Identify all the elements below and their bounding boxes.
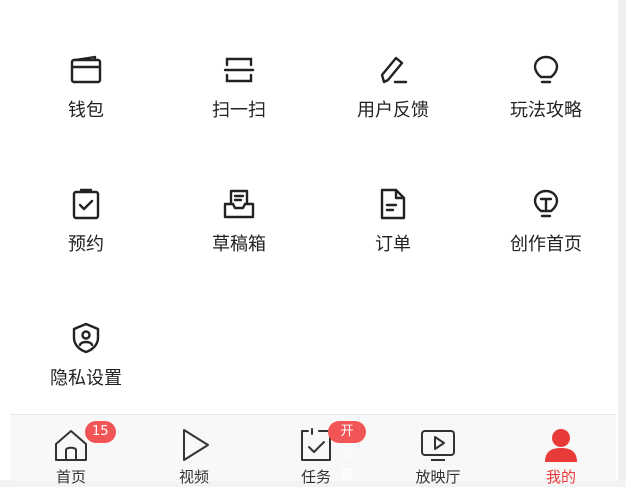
tab-home[interactable]: 15 首页 [21, 415, 121, 486]
menu-item-booking[interactable]: 预约 [21, 184, 151, 264]
pen-feedback-icon [373, 50, 413, 90]
shield-user-icon [66, 318, 106, 358]
wallet-icon [66, 50, 106, 90]
tab-label: 放映厅 [415, 468, 461, 486]
profile-page: 钱包 扫一扫 用户反馈 玩法攻略 预约 草稿箱 订单 创作首页 隐私设置 [0, 0, 618, 480]
inbox-drafts-icon [219, 184, 259, 224]
menu-item-label: 预约 [68, 234, 104, 255]
tab-tasks[interactable]: 开宝箱 任务 [266, 415, 366, 486]
menu-item-scan[interactable]: 扫一扫 [174, 50, 304, 130]
tab-label: 任务 [300, 468, 331, 486]
menu-item-label: 草稿箱 [212, 234, 266, 255]
menu-item-label: 钱包 [68, 100, 104, 121]
tab-label: 首页 [55, 468, 86, 486]
menu-item-privacy[interactable]: 隐私设置 [21, 318, 151, 398]
menu-item-label: 扫一扫 [212, 100, 266, 121]
play-icon [174, 425, 214, 465]
tab-label: 我的 [545, 468, 576, 486]
menu-item-guide[interactable]: 玩法攻略 [481, 50, 611, 130]
clipboard-check-icon [66, 184, 106, 224]
tab-badge-treasure: 开宝箱 [328, 421, 366, 483]
menu-item-orders[interactable]: 订单 [328, 184, 458, 264]
menu-item-label: 隐私设置 [50, 368, 122, 389]
menu-item-feedback[interactable]: 用户反馈 [328, 50, 458, 130]
menu-item-label: 订单 [375, 234, 411, 255]
lightbulb-creator-icon [526, 184, 566, 224]
tab-badge-count: 15 [85, 421, 116, 443]
lightbulb-icon [526, 50, 566, 90]
tab-me[interactable]: 我的 [511, 415, 611, 486]
tab-theater[interactable]: 放映厅 [388, 415, 488, 486]
bottom-tab-bar: 15 首页 视频 开宝箱 任务 放映厅 我的 [10, 414, 616, 486]
tv-play-icon [418, 425, 458, 465]
scan-icon [219, 50, 259, 90]
menu-item-label: 玩法攻略 [510, 100, 582, 121]
menu-item-drafts[interactable]: 草稿箱 [174, 184, 304, 264]
menu-item-wallet[interactable]: 钱包 [21, 50, 151, 130]
menu-item-creator-home[interactable]: 创作首页 [481, 184, 611, 264]
menu-item-label: 用户反馈 [357, 100, 429, 121]
tab-label: 视频 [178, 468, 209, 486]
right-edge-strip [618, 0, 626, 480]
menu-item-label: 创作首页 [510, 234, 582, 255]
document-icon [373, 184, 413, 224]
user-icon [541, 425, 581, 465]
tab-video[interactable]: 视频 [144, 415, 244, 486]
